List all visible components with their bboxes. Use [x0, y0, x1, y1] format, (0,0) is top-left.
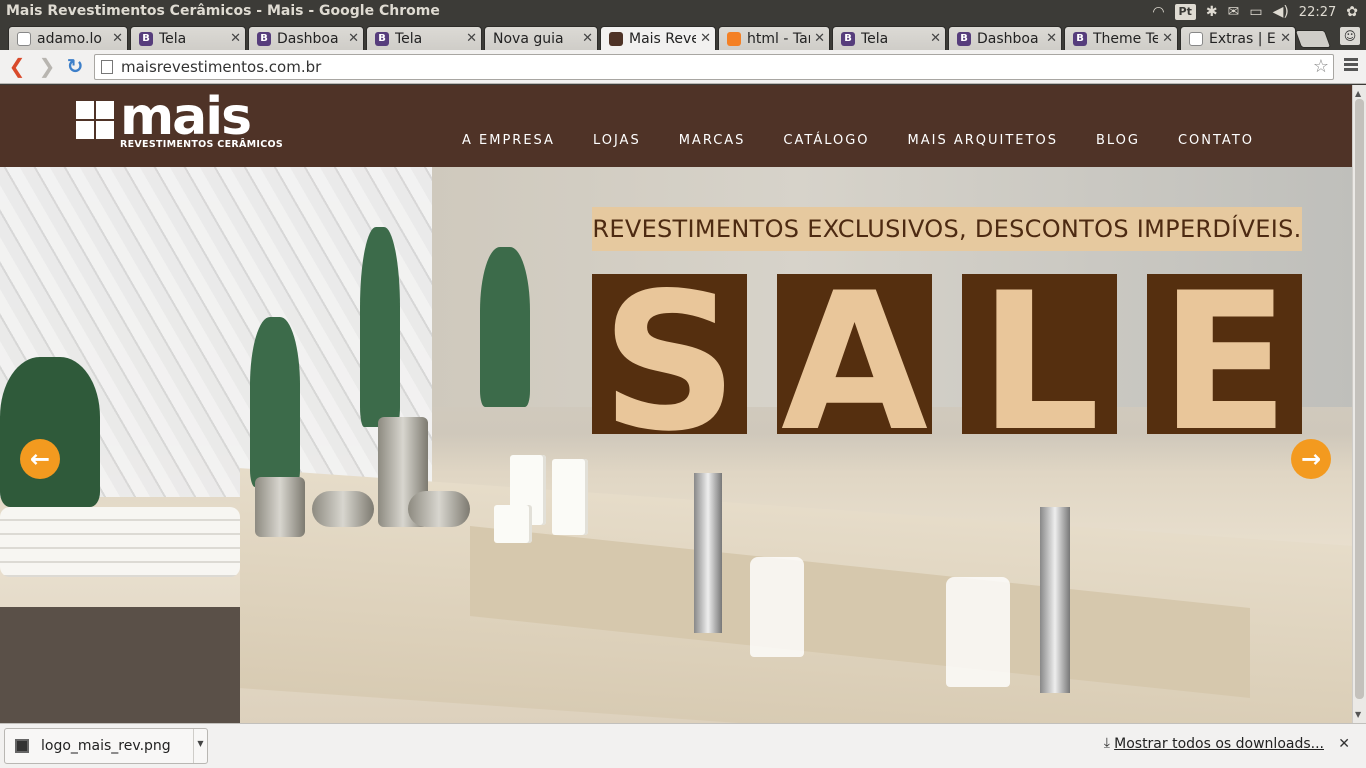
reload-button[interactable]: ↻	[64, 55, 86, 77]
window-title: Mais Revestimentos Cerâmicos - Mais - Go…	[6, 3, 440, 19]
nav-marcas[interactable]: MARCAS	[679, 133, 746, 148]
tab-extras[interactable]: Extras | E ✕	[1180, 26, 1296, 50]
keyboard-layout-indicator[interactable]: Pt	[1174, 4, 1196, 20]
page-scrollbar[interactable]: ▲ ▼	[1352, 85, 1366, 723]
tab-adamo[interactable]: adamo.lo ✕	[8, 26, 128, 50]
nav-contato[interactable]: CONTATO	[1178, 133, 1254, 148]
battery-icon[interactable]: ▭	[1249, 0, 1262, 24]
bluetooth-icon[interactable]: ✱	[1206, 0, 1218, 24]
new-tab-button[interactable]	[1294, 30, 1332, 48]
tab-nova-guia[interactable]: Nova guia ✕	[484, 26, 598, 50]
close-icon[interactable]: ✕	[112, 31, 123, 46]
close-icon[interactable]: ✕	[1280, 31, 1291, 46]
close-icon[interactable]: ✕	[466, 31, 477, 46]
main-nav: A EMPRESA LOJAS MARCAS CATÁLOGO MAIS ARQ…	[462, 133, 1292, 148]
sale-letter-s: S	[592, 274, 747, 434]
volume-icon[interactable]: ◀)	[1273, 0, 1289, 24]
clock[interactable]: 22:27	[1299, 5, 1336, 20]
profile-icon[interactable]: ☺	[1340, 27, 1360, 45]
system-tray: ◠ Pt ✱ ✉ ▭ ◀) 22:27 ✿	[1152, 0, 1358, 24]
tab-strip: adamo.lo ✕ B Tela ✕ B Dashboa ✕ B Tela ✕…	[0, 24, 1366, 50]
bootstrap-icon: B	[1073, 31, 1087, 46]
promo-banner: REVESTIMENTOS EXCLUSIVOS, DESCONTOS IMPE…	[592, 207, 1302, 251]
site-logo[interactable]: mais REVESTIMENTOS CERÂMICOS	[76, 87, 283, 155]
tab-dashboard-1[interactable]: B Dashboa ✕	[248, 26, 364, 50]
close-icon[interactable]: ✕	[700, 31, 711, 46]
tab-mais-revestimentos[interactable]: Mais Reve ✕	[600, 26, 716, 50]
close-icon[interactable]: ✕	[1046, 31, 1057, 46]
download-file-name[interactable]: logo_mais_rev.png	[41, 738, 171, 754]
logo-subtitle: REVESTIMENTOS CERÂMICOS	[120, 139, 284, 150]
carousel-prev-button[interactable]: ←	[20, 439, 60, 479]
close-icon[interactable]: ✕	[930, 31, 941, 46]
tab-tela-1[interactable]: B Tela ✕	[130, 26, 246, 50]
os-title-bar: Mais Revestimentos Cerâmicos - Mais - Go…	[0, 0, 1366, 24]
carousel-next-button[interactable]: →	[1291, 439, 1331, 479]
bookmark-star-icon[interactable]: ☆	[1313, 56, 1329, 77]
nav-mais-arquitetos[interactable]: MAIS ARQUITETOS	[908, 133, 1058, 148]
sale-headline: S A L E	[592, 274, 1302, 434]
close-icon[interactable]: ✕	[1338, 736, 1350, 752]
show-all-downloads-link[interactable]: Mostrar todos os downloads...	[1114, 736, 1324, 752]
wifi-icon[interactable]: ◠	[1152, 0, 1164, 24]
document-icon	[1189, 31, 1203, 46]
arrow-left-icon: ←	[29, 445, 51, 473]
download-item[interactable]: logo_mais_rev.png ▼	[4, 728, 208, 764]
tab-html[interactable]: html - Tar ✕	[718, 26, 830, 50]
tab-theme[interactable]: B Theme Te ✕	[1064, 26, 1178, 50]
logo-mark-icon	[76, 101, 116, 141]
nav-a-empresa[interactable]: A EMPRESA	[462, 133, 555, 148]
address-bar[interactable]: maisrevestimentos.com.br ☆	[94, 54, 1334, 80]
tab-tela-2[interactable]: B Tela ✕	[366, 26, 482, 50]
web-page: mais REVESTIMENTOS CERÂMICOS A EMPRESA L…	[0, 85, 1352, 723]
download-bar: logo_mais_rev.png ▼ ⤓ Mostrar todos os d…	[0, 723, 1366, 768]
bootstrap-icon: B	[139, 31, 153, 46]
promo-banner-text: REVESTIMENTOS EXCLUSIVOS, DESCONTOS IMPE…	[592, 215, 1302, 243]
close-icon[interactable]: ✕	[814, 31, 825, 46]
close-icon[interactable]: ✕	[230, 31, 241, 46]
image-file-icon	[15, 739, 29, 753]
close-icon[interactable]: ✕	[582, 31, 593, 46]
bootstrap-icon: B	[257, 31, 271, 46]
bootstrap-icon: B	[957, 31, 971, 46]
nav-blog[interactable]: BLOG	[1096, 133, 1140, 148]
tab-tela-3[interactable]: B Tela ✕	[832, 26, 946, 50]
sale-letter-l: L	[962, 274, 1117, 434]
download-menu-button[interactable]: ▼	[193, 729, 207, 763]
scroll-down-icon[interactable]: ▼	[1355, 710, 1361, 719]
scroll-thumb[interactable]	[1355, 99, 1364, 699]
page-icon	[101, 60, 113, 74]
download-icon: ⤓	[1103, 735, 1110, 751]
back-button[interactable]: ❮	[6, 55, 28, 77]
chrome-menu-button[interactable]	[1344, 58, 1358, 73]
hero-carousel: REVESTIMENTOS EXCLUSIVOS, DESCONTOS IMPE…	[0, 167, 1352, 723]
gear-icon[interactable]: ✿	[1346, 0, 1358, 24]
nav-catalogo[interactable]: CATÁLOGO	[783, 133, 869, 148]
bootstrap-icon: B	[841, 31, 855, 46]
scroll-up-icon[interactable]: ▲	[1355, 89, 1361, 98]
mais-icon	[609, 31, 623, 46]
forward-button[interactable]: ❯	[36, 55, 58, 77]
document-icon	[17, 31, 31, 46]
nav-lojas[interactable]: LOJAS	[593, 133, 641, 148]
sale-letter-e: E	[1147, 274, 1302, 434]
logo-word: mais	[120, 87, 252, 147]
mail-icon[interactable]: ✉	[1228, 0, 1240, 24]
sale-letter-a: A	[777, 274, 932, 434]
arrow-right-icon: →	[1300, 445, 1322, 473]
url-text[interactable]: maisrevestimentos.com.br	[121, 58, 321, 76]
browser-toolbar: ❮ ❯ ↻ maisrevestimentos.com.br ☆	[0, 50, 1366, 84]
stackoverflow-icon	[727, 31, 741, 46]
close-icon[interactable]: ✕	[348, 31, 359, 46]
close-icon[interactable]: ✕	[1162, 31, 1173, 46]
site-header: mais REVESTIMENTOS CERÂMICOS A EMPRESA L…	[0, 85, 1352, 167]
tab-dashboard-2[interactable]: B Dashboa ✕	[948, 26, 1062, 50]
bootstrap-icon: B	[375, 31, 389, 46]
